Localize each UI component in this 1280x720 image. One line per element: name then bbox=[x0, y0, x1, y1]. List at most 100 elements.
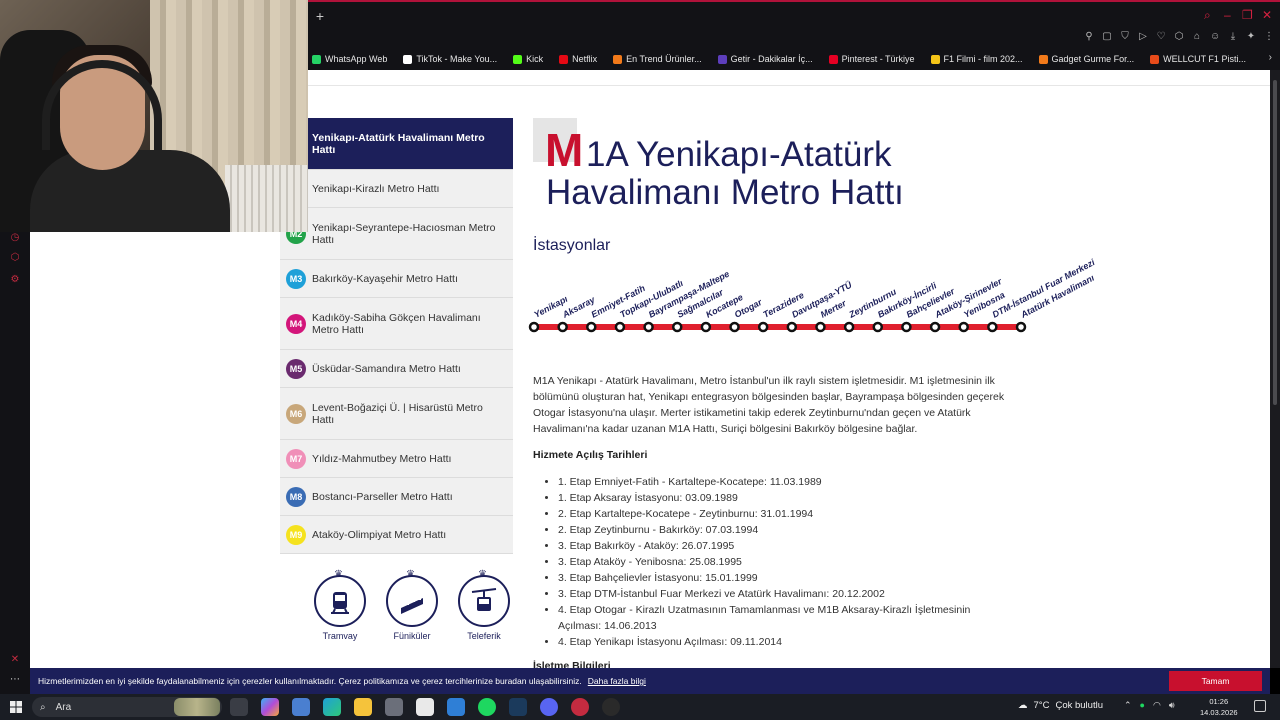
share-icon[interactable]: ⌂ bbox=[1192, 31, 1202, 42]
page-scrollbar[interactable] bbox=[1270, 70, 1280, 668]
bookmark-item[interactable]: Netflix bbox=[559, 54, 597, 64]
station-dot[interactable] bbox=[872, 321, 884, 333]
transport-funicular[interactable]: ♛ Füniküler bbox=[384, 569, 440, 641]
taskbar-search[interactable]: ⌕ Ara bbox=[32, 697, 222, 717]
steam-icon[interactable] bbox=[509, 698, 527, 716]
station-dot[interactable] bbox=[557, 321, 568, 333]
play-icon[interactable]: ▷ bbox=[1138, 31, 1148, 42]
cookie-more-link[interactable]: Daha fazla bilgi bbox=[588, 676, 646, 686]
transport-tram-label: Tramvay bbox=[322, 631, 358, 641]
bookmark-label: Getir - Dakikalar İç... bbox=[730, 54, 813, 64]
heart-icon[interactable]: ♡ bbox=[1156, 31, 1166, 42]
station-dot[interactable] bbox=[958, 321, 969, 333]
spotify-tray-icon[interactable]: ● bbox=[1140, 700, 1145, 711]
settings-icon[interactable]: ⚙ bbox=[9, 274, 21, 286]
transport-cable-car[interactable]: ♛ Teleferik bbox=[456, 569, 512, 641]
station-dot[interactable] bbox=[586, 321, 597, 333]
line-label: Üsküdar-Samandıra Metro Hattı bbox=[312, 362, 461, 375]
copilot-icon[interactable] bbox=[261, 698, 279, 716]
opera-gx-icon[interactable] bbox=[571, 698, 589, 716]
extensions-icon[interactable]: ⬡ bbox=[1174, 31, 1184, 42]
station-dot[interactable] bbox=[729, 321, 740, 333]
ai-icon[interactable]: ✦ bbox=[1246, 31, 1256, 42]
transport-tram[interactable]: ♛ Tramvay bbox=[312, 569, 368, 641]
bookmark-item[interactable]: WhatsApp Web bbox=[312, 54, 387, 64]
new-tab-button[interactable]: + bbox=[312, 8, 328, 24]
shield-icon[interactable]: ⛉ bbox=[1120, 31, 1130, 42]
line-badge-icon: M9 bbox=[286, 524, 306, 545]
station-dot[interactable] bbox=[671, 321, 683, 333]
station-dot[interactable] bbox=[700, 321, 712, 333]
obs-icon[interactable] bbox=[602, 698, 620, 716]
taskbar-weather[interactable]: ☁ 7°C Çok bulutlu bbox=[1018, 700, 1103, 711]
edge-icon[interactable] bbox=[323, 698, 341, 716]
notification-icon[interactable] bbox=[1254, 700, 1266, 712]
station-dot[interactable] bbox=[929, 321, 941, 333]
restore-icon[interactable]: ❐ bbox=[1242, 8, 1253, 22]
search-icon[interactable]: ⌕ bbox=[1204, 8, 1211, 23]
sidebar-line-item[interactable]: M5 Üsküdar-Samandıra Metro Hattı bbox=[280, 350, 513, 388]
pin-icon[interactable]: ⚲ bbox=[1084, 31, 1094, 42]
station-dot[interactable] bbox=[901, 321, 912, 333]
bookmark-item[interactable]: Pinterest - Türkiye bbox=[828, 54, 915, 64]
station-dot[interactable] bbox=[1015, 321, 1027, 333]
spotify-icon[interactable] bbox=[478, 698, 496, 716]
line-description: M1A Yenikapı - Atatürk Havalimanı, Metro… bbox=[533, 375, 1005, 435]
bookmark-item[interactable]: Kick bbox=[513, 54, 543, 64]
sidebar-line-item[interactable]: M3 Bakırköy-Kayaşehir Metro Hattı bbox=[280, 260, 513, 298]
scrollbar-thumb[interactable] bbox=[1273, 80, 1277, 405]
wifi-icon[interactable]: ◠ bbox=[1153, 700, 1161, 711]
sidebar-line-item[interactable]: Yenikapı-Kirazlı Metro Hattı bbox=[280, 170, 513, 208]
line-badge-icon: M6 bbox=[286, 403, 306, 424]
extension-icon[interactable]: ✕ bbox=[9, 654, 21, 666]
bookmarks-more-icon[interactable]: › bbox=[1269, 52, 1272, 63]
station-dot[interactable] bbox=[614, 321, 626, 333]
line-label: Kadıköy-Sabiha Gökçen Havalimanı Metro H… bbox=[312, 311, 481, 336]
bookmark-item[interactable]: F1 Filmi - film 202... bbox=[930, 54, 1023, 64]
history-icon[interactable]: ◷ bbox=[9, 232, 21, 244]
opening-date-item: 2. Etap Zeytinburnu - Bakırköy: 07.03.19… bbox=[558, 522, 1008, 538]
minimize-icon[interactable]: – bbox=[1224, 8, 1231, 22]
station-dot[interactable] bbox=[643, 321, 654, 333]
bookmark-item[interactable]: En Trend Ürünler... bbox=[613, 54, 702, 64]
windows-start-icon[interactable] bbox=[10, 701, 22, 713]
bookmark-item[interactable]: TikTok - Make You... bbox=[403, 54, 497, 64]
discord-icon[interactable] bbox=[540, 698, 558, 716]
menu-icon[interactable]: ⋮ bbox=[1264, 31, 1274, 42]
profile-icon[interactable]: ☺ bbox=[1210, 31, 1220, 42]
taskbar-clock[interactable]: 01:26 14.03.2026 bbox=[1200, 696, 1238, 718]
station-dot[interactable] bbox=[528, 321, 540, 333]
station-dot[interactable] bbox=[786, 321, 798, 333]
bookmark-item[interactable]: Getir - Dakikalar İç... bbox=[717, 54, 813, 64]
sidebar-icon[interactable]: ⬡ bbox=[9, 252, 21, 264]
app-icon[interactable] bbox=[385, 698, 403, 716]
bookmark-item[interactable]: WELLCUT F1 Pisti... bbox=[1150, 54, 1246, 64]
cookie-accept-button[interactable]: Tamam bbox=[1169, 671, 1262, 691]
screenshot-icon[interactable]: ▢ bbox=[1102, 31, 1112, 42]
cable-car-icon: ♛ bbox=[458, 569, 510, 627]
station-dot[interactable] bbox=[757, 321, 769, 333]
line-badge-icon: M7 bbox=[286, 448, 306, 469]
station-dot[interactable] bbox=[987, 321, 998, 333]
sidebar-line-item[interactable]: M4 Kadıköy-Sabiha Gökçen Havalimanı Metro… bbox=[280, 298, 513, 350]
sidebar-line-item[interactable]: M6 Levent-Boğaziçi Ü. | Hisarüstü Metro H… bbox=[280, 388, 513, 440]
more-icon[interactable]: ⋯ bbox=[9, 674, 21, 686]
station-dot[interactable] bbox=[815, 321, 826, 333]
sidebar-line-item[interactable]: M8 Bostancı-Parseller Metro Hattı bbox=[280, 478, 513, 516]
desktop-icon[interactable] bbox=[292, 698, 310, 716]
sidebar-line-item[interactable]: M7 Yıldız-Mahmutbey Metro Hattı bbox=[280, 440, 513, 478]
task-view-icon[interactable] bbox=[230, 698, 248, 716]
bookmark-item[interactable]: Gadget Gurme For... bbox=[1038, 54, 1134, 64]
store-icon[interactable] bbox=[416, 698, 434, 716]
close-icon[interactable]: ✕ bbox=[1262, 8, 1272, 22]
station-dot[interactable] bbox=[843, 321, 855, 333]
sidebar-line-item[interactable]: M9 Ataköy-Olimpiyat Metro Hattı bbox=[280, 516, 513, 554]
download-icon[interactable]: ⤓ bbox=[1228, 31, 1238, 42]
mail-icon[interactable] bbox=[447, 698, 465, 716]
file-explorer-icon[interactable] bbox=[354, 698, 372, 716]
sidebar-line-item[interactable]: Yenikapı-Atatürk Havalimanı Metro Hattı bbox=[280, 118, 513, 170]
sidebar-line-item[interactable]: M2 Yenikapı-Seyrantepe-Hacıosman Metro Ha… bbox=[280, 208, 513, 260]
metro-line-list: Yenikapı-Atatürk Havalimanı Metro Hattı Y… bbox=[280, 118, 513, 554]
chevron-up-icon[interactable]: ⌃ bbox=[1124, 700, 1132, 711]
volume-icon[interactable]: 🔊︎ bbox=[1169, 700, 1175, 711]
